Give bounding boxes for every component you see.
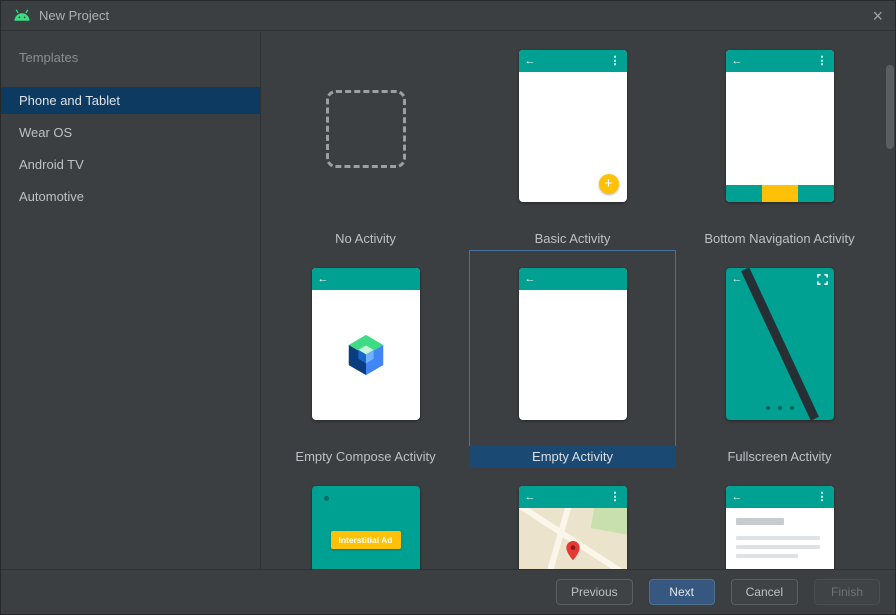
map-park-patch bbox=[590, 508, 627, 536]
template-label: Fullscreen Activity bbox=[727, 449, 832, 464]
kebab-menu-icon: ⋮ bbox=[609, 54, 621, 67]
jetpack-compose-logo-icon bbox=[348, 334, 383, 376]
back-arrow-icon: ← bbox=[524, 272, 536, 285]
sidebar-item-wear-os[interactable]: Wear OS bbox=[1, 119, 260, 146]
template-gallery: No Activity ← ⋮ + Basic Activity ← ⋮ Bot… bbox=[262, 32, 895, 569]
preview-appbar: ← ⋮ bbox=[725, 486, 834, 508]
list-preview: ← ⋮ bbox=[725, 486, 834, 569]
fullscreen-icon bbox=[816, 273, 828, 285]
list-line bbox=[735, 536, 820, 540]
preview-appbar: ← bbox=[311, 268, 420, 290]
template-label: Basic Activity bbox=[534, 231, 611, 246]
fab-plus-icon: + bbox=[598, 174, 619, 194]
template-card-basic-activity[interactable]: ← ⋮ + Basic Activity bbox=[469, 32, 676, 250]
map-pin-icon bbox=[565, 541, 580, 561]
preview-appbar: ← ⋮ bbox=[518, 50, 627, 72]
page-dots bbox=[726, 406, 834, 410]
template-label-selected: Empty Activity bbox=[469, 446, 676, 468]
finish-button[interactable]: Finish bbox=[814, 579, 880, 605]
back-arrow-icon: ← bbox=[731, 490, 743, 503]
templates-section-label: Templates bbox=[19, 50, 79, 65]
window-title: New Project bbox=[39, 8, 110, 23]
sidebar-item-automotive[interactable]: Automotive bbox=[1, 183, 260, 210]
dot bbox=[323, 496, 329, 501]
preview-body bbox=[726, 508, 834, 569]
fullscreen-preview: ← bbox=[725, 268, 834, 420]
back-arrow-icon: ← bbox=[317, 272, 329, 285]
template-card-empty-compose-activity[interactable]: ← Empty Compose Activity bbox=[262, 250, 469, 468]
bottom-nav-bar bbox=[725, 185, 834, 202]
scrollbar-track[interactable] bbox=[885, 63, 895, 524]
bottom-navigation-preview: ← ⋮ bbox=[725, 50, 834, 202]
kebab-menu-icon: ⋮ bbox=[609, 490, 621, 503]
sidebar-item-android-tv[interactable]: Android TV bbox=[1, 151, 260, 178]
list-title-bar bbox=[735, 518, 784, 525]
template-label: Bottom Navigation Activity bbox=[704, 231, 855, 246]
kebab-menu-icon: ⋮ bbox=[816, 490, 828, 503]
bottom-nav-segment bbox=[725, 185, 762, 202]
preview-appbar: ← bbox=[726, 268, 834, 290]
maps-preview: ← ⋮ bbox=[518, 486, 627, 569]
preview-body bbox=[312, 290, 420, 420]
preview-appbar: ← ⋮ bbox=[518, 486, 627, 508]
template-card-fullscreen-activity[interactable]: ← Fullscreen Activity bbox=[676, 250, 883, 468]
list-line bbox=[735, 545, 820, 549]
back-arrow-icon: ← bbox=[731, 54, 743, 67]
preview-appbar: ← bbox=[518, 268, 627, 290]
back-arrow-icon: ← bbox=[524, 490, 536, 503]
previous-button[interactable]: Previous bbox=[555, 579, 633, 605]
android-logo-icon bbox=[13, 9, 31, 22]
cancel-button[interactable]: Cancel bbox=[730, 579, 798, 605]
bottom-nav-segment bbox=[797, 185, 834, 202]
template-label: No Activity bbox=[335, 231, 396, 246]
template-card-google-maps[interactable]: ← ⋮ bbox=[469, 468, 676, 569]
footer: Previous Next Cancel Finish bbox=[1, 569, 895, 614]
no-activity-placeholder-icon bbox=[325, 90, 406, 168]
dot bbox=[765, 406, 770, 410]
next-button[interactable]: Next bbox=[648, 579, 715, 605]
basic-activity-preview: ← ⋮ + bbox=[518, 50, 627, 202]
back-arrow-icon: ← bbox=[524, 54, 536, 67]
titlebar: New Project × bbox=[1, 1, 895, 31]
preview-body bbox=[519, 290, 627, 420]
empty-activity-preview: ← bbox=[518, 268, 627, 420]
template-grid: No Activity ← ⋮ + Basic Activity ← ⋮ Bot… bbox=[262, 32, 883, 569]
scrollbar-thumb[interactable] bbox=[886, 65, 894, 149]
template-card-admob-ads[interactable]: Interstitial Ad bbox=[262, 468, 469, 569]
diagonal-stripe bbox=[740, 268, 819, 420]
preview-appbar: ← ⋮ bbox=[725, 50, 834, 72]
template-card-empty-activity[interactable]: ← Empty Activity bbox=[469, 250, 676, 468]
preview-body bbox=[725, 72, 834, 202]
template-card-bottom-navigation-activity[interactable]: ← ⋮ Bottom Navigation Activity bbox=[676, 32, 883, 250]
empty-compose-preview: ← bbox=[311, 268, 420, 420]
close-icon[interactable]: × bbox=[872, 7, 883, 25]
template-card-list-layout[interactable]: ← ⋮ bbox=[676, 468, 883, 569]
preview-map bbox=[518, 508, 627, 569]
template-label: Empty Compose Activity bbox=[295, 449, 436, 464]
sidebar: Templates Phone and Tablet Wear OS Andro… bbox=[1, 32, 261, 569]
list-line bbox=[735, 554, 798, 558]
back-arrow-icon: ← bbox=[731, 272, 743, 285]
dot bbox=[789, 406, 794, 410]
dot bbox=[777, 406, 782, 410]
bottom-nav-segment bbox=[761, 185, 798, 202]
admob-preview: Interstitial Ad bbox=[311, 486, 420, 569]
sidebar-item-phone-and-tablet[interactable]: Phone and Tablet bbox=[1, 87, 260, 114]
interstitial-ad-banner: Interstitial Ad bbox=[330, 531, 401, 549]
new-project-dialog: New Project × Templates Phone and Tablet… bbox=[0, 0, 896, 615]
kebab-menu-icon: ⋮ bbox=[816, 54, 828, 67]
preview-body: + bbox=[519, 72, 627, 202]
template-card-no-activity[interactable]: No Activity bbox=[262, 32, 469, 250]
